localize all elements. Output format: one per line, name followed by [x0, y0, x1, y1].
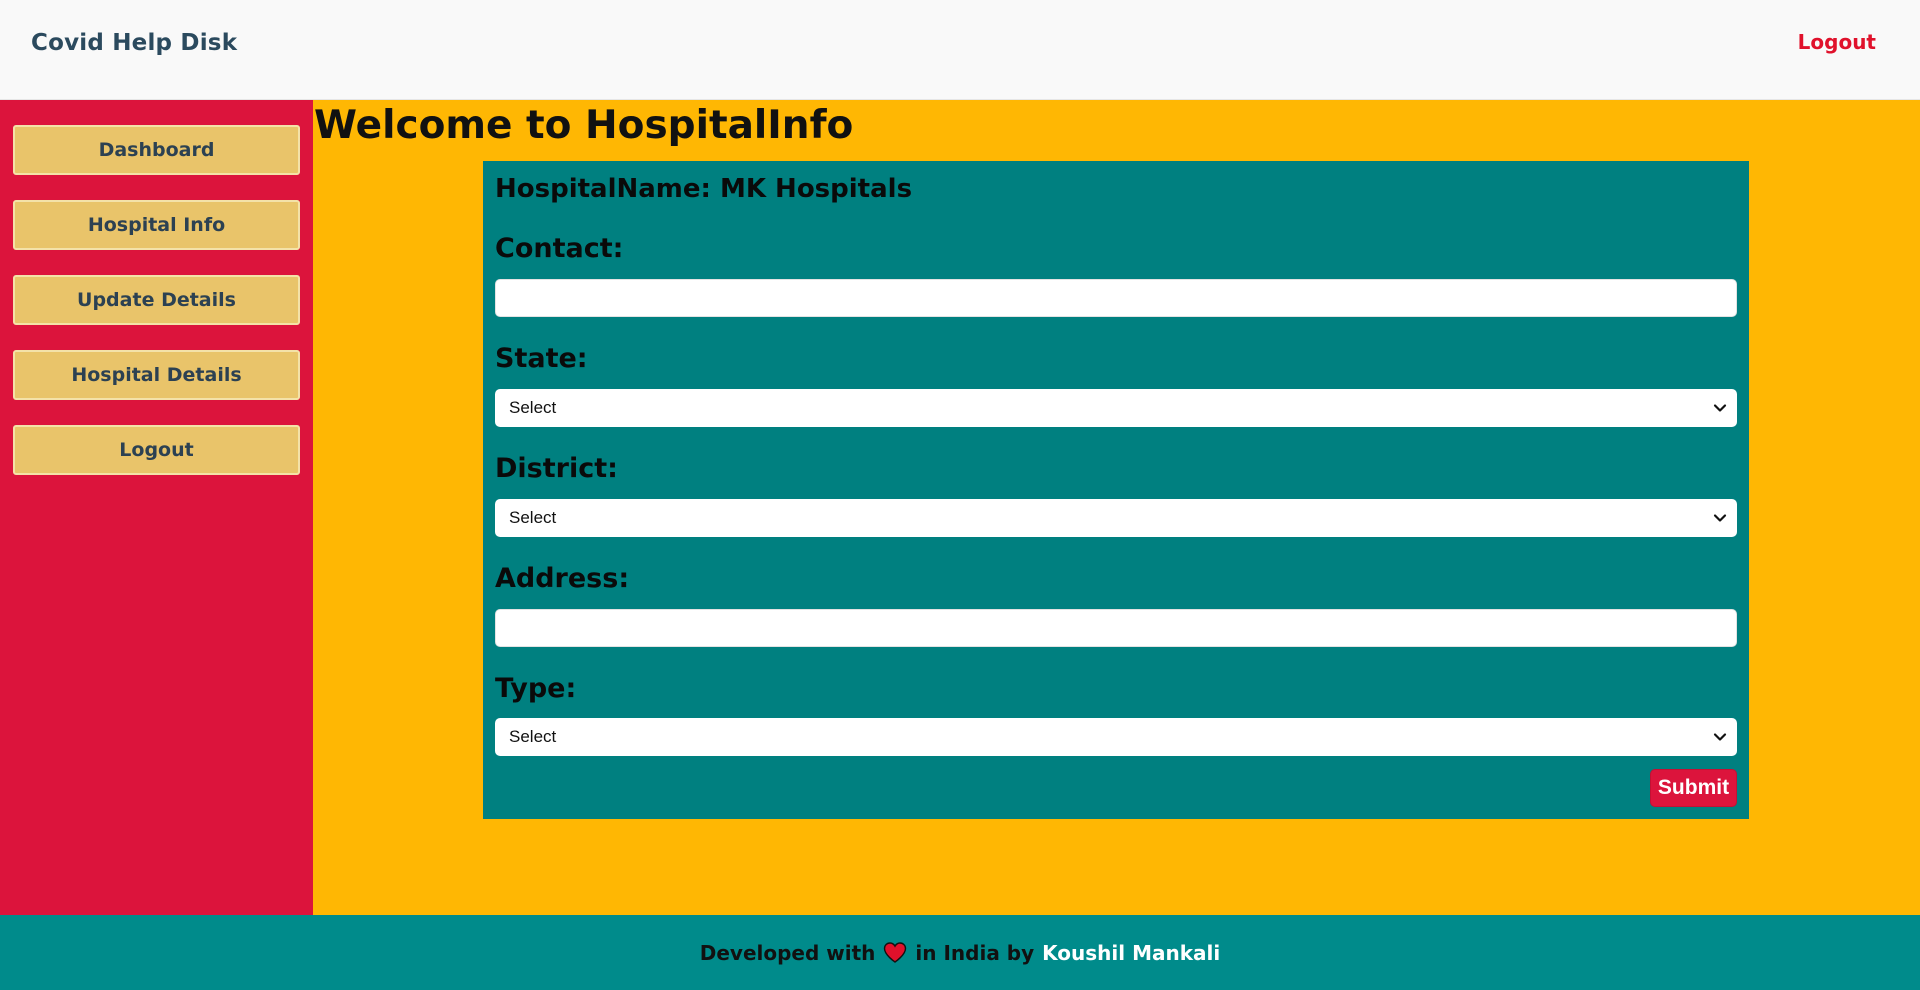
brand-title[interactable]: Covid Help Disk — [31, 30, 237, 56]
district-select-value: Select — [509, 508, 557, 527]
footer-prefix-text: Developed with — [699, 940, 876, 965]
footer-author-link[interactable]: Koushil Mankali — [1042, 941, 1220, 965]
submit-button[interactable]: Submit — [1650, 769, 1737, 807]
address-input[interactable] — [495, 609, 1737, 647]
contact-input[interactable] — [495, 279, 1737, 317]
main-content: Welcome to HospitalInfo HospitalName: MK… — [313, 100, 1920, 915]
contact-label: Contact: — [495, 233, 624, 264]
state-label: State: — [495, 343, 588, 374]
sidebar-item-update-details[interactable]: Update Details — [13, 275, 300, 325]
chevron-down-icon — [1713, 514, 1727, 522]
footer: Developed with in India by Koushil Manka… — [0, 915, 1920, 990]
state-select-value: Select — [509, 398, 557, 417]
footer-middle-text: in India by — [915, 940, 1035, 965]
address-label: Address: — [495, 563, 630, 594]
page-title: Welcome to HospitalInfo — [314, 103, 854, 148]
type-label: Type: — [495, 673, 577, 704]
hospital-info-form: HospitalName: MK Hospitals Contact: Stat… — [483, 161, 1749, 819]
navbar-logout-link[interactable]: Logout — [1798, 30, 1876, 54]
sidebar-item-hospital-info[interactable]: Hospital Info — [13, 200, 300, 250]
district-select[interactable]: Select — [495, 499, 1737, 537]
chevron-down-icon — [1713, 404, 1727, 412]
sidebar-item-dashboard[interactable]: Dashboard — [13, 125, 300, 175]
chevron-down-icon — [1713, 733, 1727, 741]
sidebar: Dashboard Hospital Info Update Details H… — [0, 100, 313, 915]
sidebar-item-logout[interactable]: Logout — [13, 425, 300, 475]
sidebar-item-hospital-details[interactable]: Hospital Details — [13, 350, 300, 400]
heart-icon — [884, 942, 907, 963]
hospital-name-heading: HospitalName: MK Hospitals — [495, 174, 913, 204]
top-navbar: Covid Help Disk Logout — [0, 0, 1920, 100]
type-select-value: Select — [509, 727, 557, 746]
state-select[interactable]: Select — [495, 389, 1737, 427]
district-label: District: — [495, 453, 618, 484]
type-select[interactable]: Select — [495, 718, 1737, 756]
